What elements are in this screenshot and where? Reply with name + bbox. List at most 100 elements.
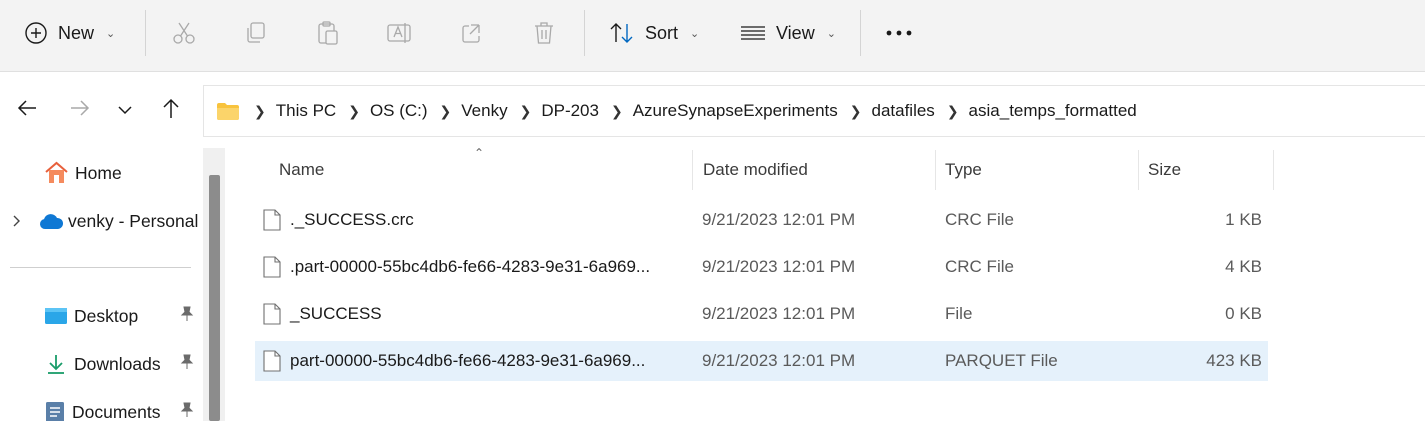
file-size: 423 KB <box>1206 351 1262 370</box>
file-name: ._SUCCESS.crc <box>290 210 414 229</box>
pin-icon[interactable] <box>180 354 194 375</box>
toolbar-divider <box>584 10 585 56</box>
cloud-icon <box>38 212 64 230</box>
sort-button[interactable]: Sort ⌄ <box>609 0 699 66</box>
pin-icon[interactable] <box>180 402 194 421</box>
file-name-cell: .part-00000-55bc4db6-fe66-4283-9e31-6a96… <box>263 247 683 287</box>
file-size: 0 KB <box>1225 304 1262 323</box>
nav-item-onedrive[interactable]: venky - Personal <box>12 206 198 236</box>
file-date: 9/21/2023 12:01 PM <box>702 351 856 370</box>
breadcrumb-item[interactable]: ❯ OS (C:) <box>336 101 427 121</box>
cut-button[interactable] <box>171 0 197 66</box>
file-row-selected[interactable]: part-00000-55bc4db6-fe66-4283-9e31-6a969… <box>255 341 1268 381</box>
nav-item-desktop[interactable]: Desktop <box>44 301 204 331</box>
more-icon <box>885 29 913 37</box>
breadcrumb-label: Venky <box>461 101 508 120</box>
nav-item-downloads[interactable]: Downloads <box>44 349 204 379</box>
chevron-right-icon <box>12 214 22 228</box>
nav-item-home[interactable]: Home <box>44 158 122 188</box>
column-header-date[interactable]: Date modified <box>703 150 933 190</box>
file-name: _SUCCESS <box>290 304 382 323</box>
recent-locations-button[interactable] <box>108 92 142 128</box>
back-button[interactable] <box>10 92 44 128</box>
column-divider[interactable] <box>1138 150 1139 190</box>
file-size: 1 KB <box>1225 210 1262 229</box>
breadcrumb-item[interactable]: ❯ This PC <box>242 101 336 121</box>
column-header-label: Date modified <box>703 160 808 179</box>
column-divider[interactable] <box>935 150 936 190</box>
share-button[interactable] <box>459 0 485 66</box>
nav-divider <box>10 267 191 268</box>
file-name: part-00000-55bc4db6-fe66-4283-9e31-6a969… <box>290 351 646 370</box>
new-button[interactable]: New ⌄ <box>24 0 115 66</box>
chevron-down-icon: ⌄ <box>826 27 836 40</box>
delete-button[interactable] <box>531 0 557 66</box>
chevron-right-icon: ❯ <box>439 102 452 119</box>
chevron-down-icon: ⌄ <box>106 27 116 40</box>
copy-button[interactable] <box>243 0 269 66</box>
column-header-name[interactable]: Name <box>279 150 689 190</box>
column-header-size[interactable]: Size <box>1148 150 1268 190</box>
more-options-button[interactable] <box>885 0 913 66</box>
file-date: 9/21/2023 12:01 PM <box>702 210 856 229</box>
file-row[interactable]: ._SUCCESS.crc 9/21/2023 12:01 PM CRC Fil… <box>255 200 1268 240</box>
file-row[interactable]: .part-00000-55bc4db6-fe66-4283-9e31-6a96… <box>255 247 1268 287</box>
file-name: .part-00000-55bc4db6-fe66-4283-9e31-6a96… <box>290 257 651 276</box>
pin-icon[interactable] <box>180 306 194 327</box>
share-icon <box>459 20 485 46</box>
command-bar: New ⌄ Sort ⌄ View ⌄ <box>0 0 1425 72</box>
nav-item-documents[interactable]: Documents <box>44 397 204 421</box>
file-icon <box>263 209 281 231</box>
file-type: CRC File <box>945 210 1014 229</box>
breadcrumb-label: This PC <box>275 101 337 120</box>
file-icon <box>263 303 281 325</box>
new-label: New <box>58 22 95 43</box>
file-name-cell: ._SUCCESS.crc <box>263 200 683 240</box>
breadcrumb-label: DP-203 <box>541 101 599 120</box>
nav-scrollbar-thumb[interactable] <box>209 175 220 421</box>
file-type: File <box>945 304 973 323</box>
chevron-down-icon <box>117 100 133 120</box>
up-button[interactable] <box>154 92 188 128</box>
breadcrumb-label: datafiles <box>871 101 935 120</box>
sort-icon <box>609 21 635 45</box>
address-bar[interactable]: ❯ This PC ❯ OS (C:) ❯ Venky ❯ DP-203 ❯ AzureS… <box>203 85 1425 137</box>
file-name-cell: _SUCCESS <box>263 294 683 334</box>
breadcrumb-item[interactable]: ❯ AzureSynapseExperiments <box>599 101 838 121</box>
file-type: PARQUET File <box>945 351 1058 370</box>
file-date: 9/21/2023 12:01 PM <box>702 257 856 276</box>
chevron-right-icon: ❯ <box>946 102 959 119</box>
forward-button[interactable] <box>63 92 97 128</box>
nav-label-home: Home <box>75 162 122 183</box>
view-button[interactable]: View ⌄ <box>740 0 836 66</box>
home-icon <box>44 161 69 185</box>
breadcrumb-item[interactable]: ❯ DP-203 <box>508 101 599 121</box>
arrow-left-icon <box>16 98 38 123</box>
breadcrumb-label: AzureSynapseExperiments <box>632 101 838 120</box>
breadcrumb-item[interactable]: ❯ asia_temps_formatted <box>935 101 1137 121</box>
delete-icon <box>531 20 557 46</box>
paste-icon <box>315 20 341 46</box>
arrow-right-icon <box>69 98 91 123</box>
chevron-down-icon: ⌄ <box>690 27 700 40</box>
breadcrumb-item[interactable]: ❯ Venky <box>428 101 508 121</box>
chevron-right-icon: ❯ <box>849 102 862 119</box>
column-header-type[interactable]: Type <box>945 150 1135 190</box>
chevron-right-icon: ❯ <box>610 102 623 119</box>
nav-label-downloads: Downloads <box>74 353 161 374</box>
column-divider[interactable] <box>1273 150 1274 190</box>
sort-label: Sort <box>645 22 679 43</box>
paste-button[interactable] <box>315 0 341 66</box>
cut-icon <box>171 20 197 46</box>
breadcrumb-item[interactable]: ❯ datafiles <box>838 101 935 121</box>
file-row[interactable]: _SUCCESS 9/21/2023 12:01 PM File 0 KB <box>255 294 1268 334</box>
chevron-right-icon: ❯ <box>519 102 532 119</box>
column-header-label: Type <box>945 160 982 179</box>
chevron-right-icon: ❯ <box>348 102 360 119</box>
folder-icon <box>216 101 240 121</box>
toolbar-divider <box>145 10 146 56</box>
rename-button[interactable] <box>386 0 414 66</box>
nav-label-desktop: Desktop <box>74 305 139 326</box>
view-label: View <box>776 22 815 43</box>
column-divider[interactable] <box>692 150 693 190</box>
